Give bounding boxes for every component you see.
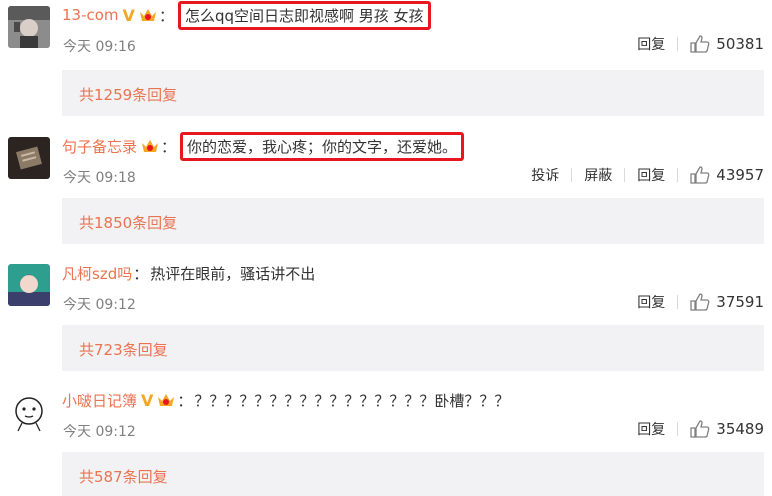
divider: [677, 168, 679, 182]
replies-box: 共723条回复: [62, 325, 764, 371]
comment-text: 怎么qq空间日志即视感啊 男孩 女孩: [177, 0, 431, 30]
divider: [677, 422, 679, 436]
colon: ：: [161, 137, 177, 156]
block-button[interactable]: 屏蔽: [584, 165, 612, 185]
avatar-image: [8, 264, 50, 306]
username[interactable]: 小啵日记簿: [62, 390, 137, 411]
thumbs-up-icon: [690, 35, 710, 53]
comment-header: 句子备忘录 ： 你的恋爱，我心疼；你的文字，还爱她。: [62, 131, 465, 161]
comment-actions: 回复 35489: [625, 417, 764, 441]
like-button[interactable]: 37591: [690, 293, 764, 311]
like-button[interactable]: 50381: [690, 35, 764, 53]
avatar-image: [8, 391, 50, 433]
like-count: 43957: [716, 166, 764, 184]
crown-icon: [158, 394, 175, 406]
report-button[interactable]: 投诉: [531, 165, 559, 185]
colon: ：: [133, 264, 149, 283]
reply-button[interactable]: 回复: [637, 292, 665, 312]
comment-actions: 回复 50381: [625, 32, 764, 56]
v-badge-icon: V: [141, 390, 154, 410]
comment-header: 凡柯szd吗 ： 热评在眼前，骚话讲不出: [62, 262, 315, 284]
replies-box: 共1850条回复: [62, 198, 764, 244]
divider: [571, 168, 573, 182]
colon: ：: [158, 6, 174, 25]
crown-icon: [139, 9, 156, 21]
username[interactable]: 13-com: [62, 6, 119, 24]
like-button[interactable]: 35489: [690, 420, 764, 438]
avatar[interactable]: [8, 6, 50, 48]
replies-box: 共587条回复: [62, 452, 764, 496]
avatar[interactable]: [8, 137, 50, 179]
colon: ：: [177, 391, 193, 410]
like-count: 37591: [716, 293, 764, 311]
comment-text: 热评在眼前，骚话讲不出: [150, 264, 316, 283]
thumbs-up-icon: [690, 420, 710, 438]
comment-time: 今天 09:12: [63, 424, 136, 440]
replies-link[interactable]: 共1259条回复: [79, 84, 177, 105]
divider: [624, 168, 626, 182]
username[interactable]: 凡柯szd吗: [62, 263, 132, 284]
comment-time: 今天 09:12: [63, 297, 136, 313]
v-badge-icon: V: [122, 5, 135, 25]
comment-time: 今天 09:18: [63, 170, 136, 186]
replies-link[interactable]: 共1850条回复: [79, 212, 177, 233]
avatar-image: [8, 6, 50, 48]
replies-link[interactable]: 共587条回复: [79, 466, 168, 487]
replies-link[interactable]: 共723条回复: [79, 339, 168, 360]
reply-button[interactable]: 回复: [637, 165, 665, 185]
comment-header: 小啵日记簿 V ： ？？？？？？？？？？？？？？？？卧槽？？？: [62, 389, 509, 411]
comment-time: 今天 09:16: [63, 39, 136, 55]
avatar[interactable]: [8, 264, 50, 306]
comment-text: 你的恋爱，我心疼；你的文字，还爱她。: [180, 131, 465, 161]
username[interactable]: 句子备忘录: [62, 136, 137, 157]
like-button[interactable]: 43957: [690, 166, 764, 184]
comment-actions: 回复 37591: [625, 290, 764, 314]
thumbs-up-icon: [690, 293, 710, 311]
comment-text: ？？？？？？？？？？？？？？？？卧槽？？？: [194, 391, 510, 410]
divider: [677, 37, 679, 51]
crown-icon: [142, 140, 159, 152]
thumbs-up-icon: [690, 166, 710, 184]
divider: [677, 295, 679, 309]
replies-box: 共1259条回复: [62, 70, 764, 116]
comment-actions: 投诉 屏蔽 回复 43957: [519, 163, 764, 187]
avatar[interactable]: [8, 391, 50, 433]
like-count: 35489: [716, 420, 764, 438]
reply-button[interactable]: 回复: [637, 419, 665, 439]
avatar-image: [8, 137, 50, 179]
comment-header: 13-com V ： 怎么qq空间日志即视感啊 男孩 女孩: [62, 0, 431, 30]
like-count: 50381: [716, 35, 764, 53]
reply-button[interactable]: 回复: [637, 34, 665, 54]
